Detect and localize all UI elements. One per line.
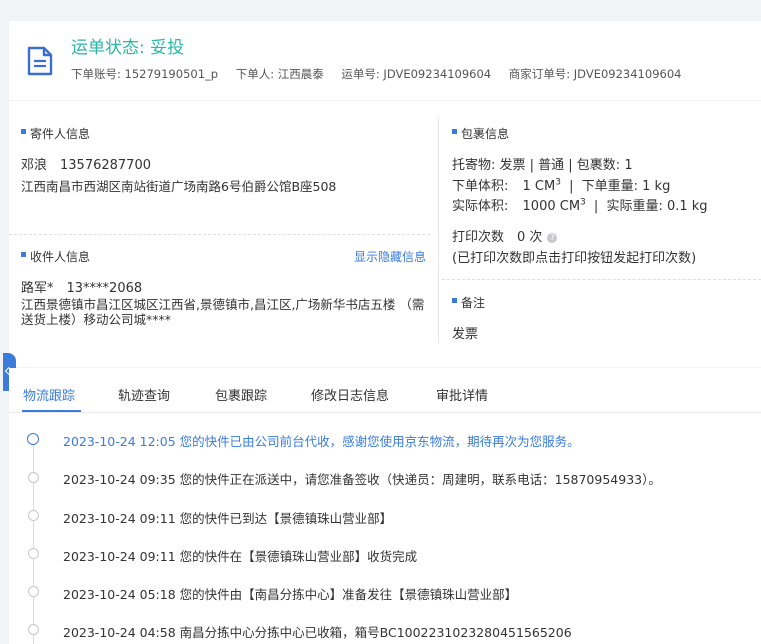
timeline-item: 2023-10-24 09:35 您的快件正在派送中，请您准备签收（快递员：周建… bbox=[63, 472, 661, 487]
timeline-line bbox=[33, 440, 34, 644]
actual-volume-unit-exp: 3 bbox=[580, 197, 586, 208]
package-section-title: 包裹信息 bbox=[452, 125, 509, 142]
actual-volume-value: 1000 CM bbox=[522, 199, 581, 214]
active-tab-indicator bbox=[22, 410, 81, 412]
package-contents: 托寄物: 发票 | 普通 | 包裹数: 1 bbox=[452, 158, 633, 173]
tab-package-tracking[interactable]: 包裹跟踪 bbox=[215, 385, 267, 404]
receiver-name-phone: 路军* 13****2068 bbox=[21, 281, 143, 296]
timeline-item: 2023-10-24 12:05 您的快件已由公司前台代收，感谢您使用京东物流，… bbox=[63, 434, 580, 449]
waybill-header-card: 运单状态: 妥投 下单账号: 15279190501_p 下单人: 江西晨泰 运… bbox=[9, 21, 761, 100]
sender-name-phone: 邓浪 13576287700 bbox=[21, 158, 151, 173]
remark-section-title: 备注 bbox=[452, 294, 485, 311]
sender-address: 江西南昌市西湖区南站街道广场南路6号伯爵公馆B座508 bbox=[21, 179, 337, 194]
order-weight: 下单重量: 1 kg bbox=[581, 179, 671, 194]
section-divider bbox=[9, 234, 430, 235]
tab-approval-details[interactable]: 审批详情 bbox=[436, 385, 488, 404]
waybill-meta: 下单账号: 15279190501_p 下单人: 江西晨泰 运单号: JDVE0… bbox=[71, 66, 695, 82]
order-volume-value: 1 CM bbox=[522, 179, 556, 194]
timeline-dot bbox=[28, 510, 39, 521]
actual-weight: 实际重量: 0.1 kg bbox=[606, 199, 708, 214]
toggle-hidden-info-link[interactable]: 显示隐藏信息 bbox=[354, 248, 426, 265]
order-account: 下单账号: 15279190501_p bbox=[71, 67, 219, 81]
waybill-info-card: 寄件人信息 邓浪 13576287700 江西南昌市西湖区南站街道广场南路6号伯… bbox=[3, 101, 761, 391]
tab-trajectory-query[interactable]: 轨迹查询 bbox=[118, 385, 170, 404]
timeline-dot bbox=[27, 433, 39, 445]
waybill-number: 运单号: JDVE09234109604 bbox=[341, 67, 492, 81]
document-icon bbox=[27, 46, 53, 76]
print-count: 打印次数 0 次 bbox=[452, 230, 543, 245]
order-volume-unit-exp: 3 bbox=[555, 177, 561, 188]
sender-section-title: 寄件人信息 bbox=[21, 125, 90, 142]
tracking-card: 物流跟踪 轨迹查询 包裹跟踪 修改日志信息 审批详情 2023-10-24 12… bbox=[9, 368, 761, 644]
receiver-section-title: 收件人信息 bbox=[21, 248, 90, 265]
actual-volume-weight: 实际体积: 1000 CM3 | 实际重量: 0.1 kg bbox=[452, 197, 708, 214]
timeline-item: 2023-10-24 09:11 您的快件在【景德镇珠山营业部】收货完成 bbox=[63, 549, 418, 564]
receiver-address: 江西景德镇市昌江区城区江西省,景德镇市,昌江区,广场新华书店五楼 （需送货上楼）… bbox=[21, 297, 425, 327]
remark-content: 发票 bbox=[452, 327, 479, 342]
timeline-item: 2023-10-24 09:11 您的快件已到达【景德镇珠山营业部】 bbox=[63, 511, 393, 526]
timeline-dot bbox=[28, 548, 39, 559]
column-divider bbox=[438, 117, 439, 343]
timeline-dot bbox=[28, 586, 39, 597]
waybill-status-title: 运单状态: 妥投 bbox=[71, 38, 185, 58]
print-count-row: 打印次数 0 次? bbox=[452, 226, 558, 245]
order-volume-label: 下单体积: bbox=[452, 179, 509, 194]
tab-logistics-tracking[interactable]: 物流跟踪 bbox=[23, 385, 75, 404]
merchant-order-number: 商家订单号: JDVE09234109604 bbox=[508, 67, 682, 81]
section-divider bbox=[442, 279, 761, 280]
help-icon[interactable]: ? bbox=[547, 233, 558, 243]
timeline-dot bbox=[28, 472, 39, 483]
actual-volume-label: 实际体积: bbox=[452, 199, 509, 214]
timeline-dot bbox=[28, 624, 39, 635]
timeline-item: 2023-10-24 05:18 您的快件由【南昌分拣中心】准备发往【景德镇珠山… bbox=[63, 587, 518, 602]
timeline-item: 2023-10-24 04:58 南昌分拣中心分拣中心已收箱，箱号BC10022… bbox=[63, 625, 572, 640]
tab-modification-log[interactable]: 修改日志信息 bbox=[311, 385, 389, 404]
tab-bar: 物流跟踪 轨迹查询 包裹跟踪 修改日志信息 审批详情 bbox=[9, 368, 761, 413]
order-volume-weight: 下单体积: 1 CM3 | 下单重量: 1 kg bbox=[452, 177, 671, 194]
print-count-hint: (已打印次数即点击打印按钮发起打印次数) bbox=[452, 251, 697, 266]
orderer: 下单人: 江西晨泰 bbox=[235, 67, 324, 81]
